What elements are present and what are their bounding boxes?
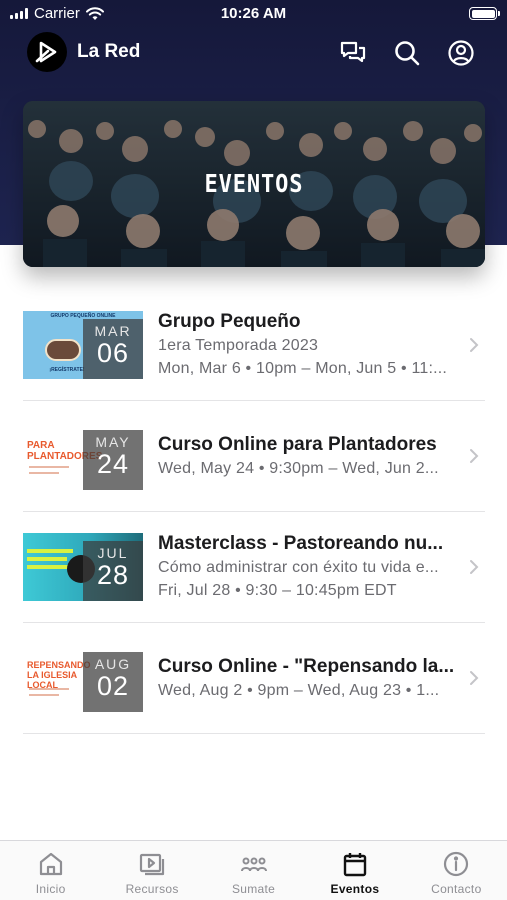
tab-contacto[interactable]: Contacto [406, 841, 507, 900]
event-schedule: Mon, Mar 6 • 10pm – Mon, Jun 5 • 11:... [158, 360, 448, 377]
chevron-right-icon [470, 449, 479, 463]
tab-recursos[interactable]: Recursos [101, 841, 202, 900]
info-icon [444, 851, 469, 877]
event-subtitle: 1era Temporada 2023 [158, 337, 319, 354]
chat-icon[interactable] [339, 39, 367, 67]
event-thumbnail: PARA PLANTADORES MAY 24 [23, 422, 143, 490]
account-icon[interactable] [447, 39, 475, 67]
date-month: JUL [97, 545, 129, 561]
event-subtitle: Cómo administrar con éxito tu vida e... [158, 559, 439, 576]
banner-title: EVENTOS [204, 169, 304, 198]
tab-label: Sumate [231, 882, 276, 896]
top-navbar: La Red [0, 30, 507, 76]
chevron-right-icon [470, 338, 479, 352]
battery-icon [469, 7, 500, 20]
home-icon [39, 852, 62, 876]
la-red-logo-icon [27, 32, 67, 72]
search-icon[interactable] [393, 39, 421, 67]
status-bar: Carrier 10:26 AM [0, 0, 507, 28]
calendar-icon [343, 853, 367, 877]
group-icon [240, 857, 267, 872]
brand[interactable]: La Red [27, 32, 140, 72]
event-thumbnail: GRUPO PEQUEÑO ONLINE ¡REGÍSTRATE! MAR 06 [23, 311, 143, 379]
thumbnail-text: ¡REGÍSTRATE! [49, 367, 85, 373]
tab-label: Eventos [330, 882, 380, 896]
clock: 10:26 AM [220, 5, 287, 22]
event-title: Masterclass - Pastoreando nu... [158, 533, 444, 554]
date-day: 06 [96, 338, 130, 368]
event-title: Curso Online - "Repensando la... [158, 655, 455, 677]
date-day: 24 [96, 449, 130, 479]
list-item[interactable]: REPENSANDO LA IGLESIA LOCAL AUG 02 Curso… [23, 623, 485, 734]
date-badge: MAY 24 [83, 430, 143, 490]
media-icon [140, 853, 165, 876]
date-day: 02 [96, 671, 130, 701]
date-month: MAR [94, 323, 132, 339]
bottom-tab-bar: Inicio Recursos Sumate Eventos Contacto [0, 840, 507, 900]
list-item[interactable]: JUL 28 Masterclass - Pastoreando nu... C… [23, 512, 485, 623]
date-badge: AUG 02 [83, 652, 143, 712]
date-badge: JUL 28 [83, 541, 143, 601]
app-screen: Carrier 10:26 AM La Red EVENTOS GRUPO PE… [0, 0, 507, 900]
date-day: 28 [96, 560, 130, 590]
tab-sumate[interactable]: Sumate [203, 841, 304, 900]
event-thumbnail: JUL 28 [23, 533, 143, 601]
tab-inicio[interactable]: Inicio [0, 841, 101, 900]
chevron-right-icon [470, 671, 479, 685]
date-badge: MAR 06 [83, 319, 143, 379]
list-item[interactable]: GRUPO PEQUEÑO ONLINE ¡REGÍSTRATE! MAR 06… [23, 290, 485, 401]
list-item[interactable]: PARA PLANTADORES MAY 24 Curso Online par… [23, 401, 485, 512]
chevron-right-icon [470, 560, 479, 574]
events-list: GRUPO PEQUEÑO ONLINE ¡REGÍSTRATE! MAR 06… [23, 290, 485, 734]
event-title: Curso Online para Plantadores [158, 433, 437, 455]
events-banner[interactable]: EVENTOS [23, 101, 485, 267]
event-title: Grupo Pequeño [158, 311, 301, 332]
tab-label: Recursos [125, 882, 179, 896]
tab-label: Contacto [431, 882, 482, 896]
event-thumbnail: REPENSANDO LA IGLESIA LOCAL AUG 02 [23, 644, 143, 712]
date-month: MAY [95, 434, 131, 450]
tab-eventos[interactable]: Eventos [304, 841, 405, 900]
event-schedule: Wed, Aug 2 • 9pm – Wed, Aug 23 • 1... [158, 681, 440, 699]
tab-label: Inicio [35, 882, 66, 896]
date-month: AUG [94, 656, 132, 672]
event-schedule: Fri, Jul 28 • 9:30 – 10:45pm EDT [158, 582, 397, 599]
brand-name: La Red [77, 41, 141, 62]
event-schedule: Wed, May 24 • 9:30pm – Wed, Jun 2... [158, 459, 439, 477]
